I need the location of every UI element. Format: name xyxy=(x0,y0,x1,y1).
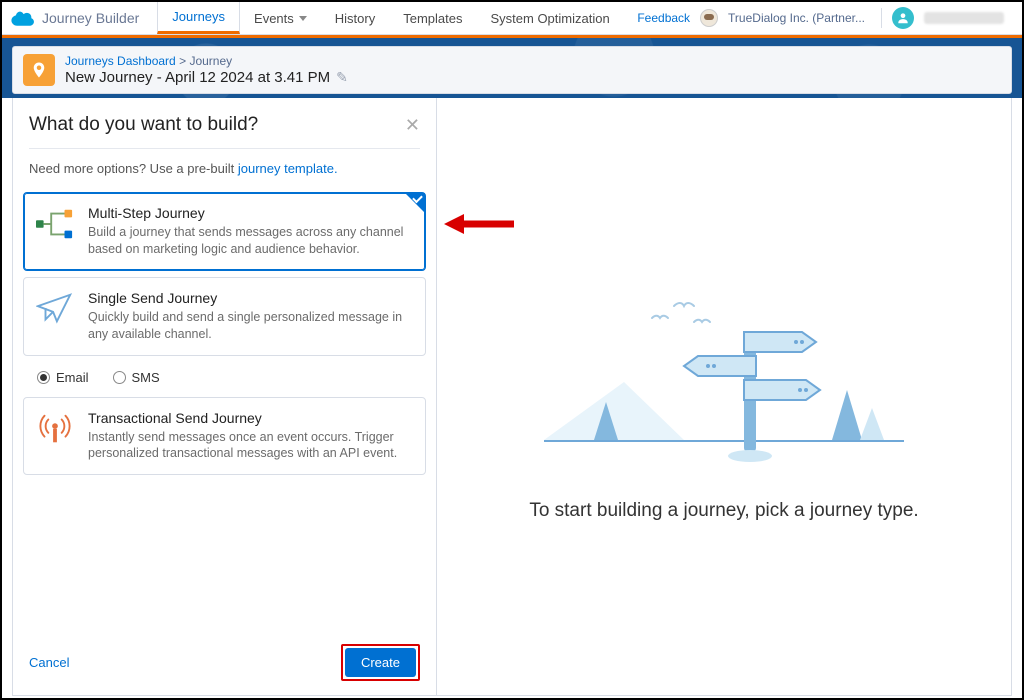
panel-title: What do you want to build? xyxy=(29,114,258,136)
option-title: Single Send Journey xyxy=(88,290,413,306)
empty-state-message: To start building a journey, pick a jour… xyxy=(529,500,918,522)
hint-text: Need more options? Use a pre-built journ… xyxy=(13,149,436,186)
main-content: What do you want to build? ✕ Need more o… xyxy=(12,98,1012,696)
user-name[interactable] xyxy=(924,12,1004,24)
option-title: Multi-Step Journey xyxy=(88,205,413,221)
pin-icon xyxy=(23,54,55,86)
journey-title: New Journey - April 12 2024 at 3.41 PM xyxy=(65,69,330,86)
create-button[interactable]: Create xyxy=(345,648,416,677)
breadcrumb-sep: > xyxy=(179,54,186,68)
close-icon[interactable]: ✕ xyxy=(405,115,420,136)
top-nav: Journey Builder Journeys Events History … xyxy=(2,2,1022,35)
radio-dot-icon xyxy=(113,371,126,384)
option-single-send[interactable]: Single Send Journey Quickly build and se… xyxy=(23,277,426,356)
radio-sms[interactable]: SMS xyxy=(113,370,160,385)
tab-templates[interactable]: Templates xyxy=(389,2,476,34)
option-desc: Build a journey that sends messages acro… xyxy=(88,224,413,258)
journey-template-link[interactable]: journey template. xyxy=(238,161,338,176)
cancel-button[interactable]: Cancel xyxy=(29,655,69,670)
tab-history[interactable]: History xyxy=(321,2,389,34)
annotation-highlight: Create xyxy=(341,644,420,681)
astro-icon xyxy=(700,9,718,27)
breadcrumb-root-link[interactable]: Journeys Dashboard xyxy=(65,54,176,68)
tab-journeys[interactable]: Journeys xyxy=(157,2,240,34)
signpost-illustration-icon xyxy=(544,272,904,482)
option-desc: Quickly build and send a single personal… xyxy=(88,309,413,343)
left-panel: What do you want to build? ✕ Need more o… xyxy=(13,98,437,695)
option-title: Transactional Send Journey xyxy=(88,410,413,426)
brand-title: Journey Builder xyxy=(42,10,139,26)
radio-dot-icon xyxy=(37,371,50,384)
salesforce-cloud-icon xyxy=(10,9,36,27)
right-panel: To start building a journey, pick a jour… xyxy=(437,98,1011,695)
option-multi-step[interactable]: Multi-Step Journey Build a journey that … xyxy=(23,192,426,271)
option-desc: Instantly send messages once an event oc… xyxy=(88,429,413,463)
option-transactional[interactable]: Transactional Send Journey Instantly sen… xyxy=(23,397,426,476)
chevron-down-icon xyxy=(299,16,307,21)
edit-title-icon[interactable]: ✎ xyxy=(336,69,348,86)
breadcrumb-bar: Journeys Dashboard > Journey New Journey… xyxy=(12,46,1012,94)
tab-system-optimization[interactable]: System Optimization xyxy=(476,2,623,34)
breadcrumb-current: Journey xyxy=(189,54,232,68)
channel-radio-group: Email SMS xyxy=(23,362,426,391)
flow-icon xyxy=(36,205,74,258)
radio-email[interactable]: Email xyxy=(37,370,89,385)
tab-events[interactable]: Events xyxy=(240,2,321,34)
paper-plane-icon xyxy=(36,290,74,343)
broadcast-icon xyxy=(36,410,74,463)
feedback-link[interactable]: Feedback xyxy=(637,11,690,25)
org-switcher[interactable]: TrueDialog Inc. (Partner... xyxy=(728,11,869,25)
divider xyxy=(881,8,882,28)
nav-tabs: Journeys Events History Templates System… xyxy=(157,2,623,34)
user-avatar-icon[interactable] xyxy=(892,7,914,29)
